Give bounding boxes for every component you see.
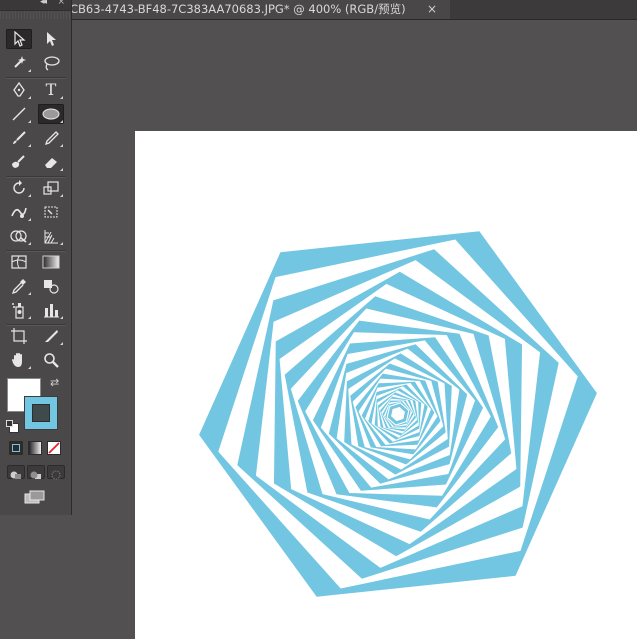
blob-brush-icon [12, 155, 25, 168]
blob-brush-tool[interactable] [6, 152, 32, 172]
perspective-grid-tool[interactable] [38, 226, 64, 246]
color-mode-button[interactable] [9, 441, 23, 455]
draw-behind-button[interactable] [27, 465, 45, 479]
document-title: CB63-4743-BF48-7C383AA70683.JPG* @ 400% … [70, 2, 406, 16]
default-fill-stroke-icon[interactable] [6, 420, 19, 433]
mesh-tool[interactable] [6, 252, 32, 272]
warp-icon [11, 207, 27, 218]
zoom-tool[interactable] [38, 350, 64, 370]
pencil-icon [44, 131, 59, 146]
eraser-tool[interactable] [38, 152, 64, 172]
slice-tool[interactable] [38, 326, 64, 346]
eraser-icon [45, 158, 57, 168]
free-transform-tool[interactable] [38, 202, 64, 222]
ellipse-tool[interactable] [38, 104, 64, 124]
eyedropper-tool[interactable] [6, 276, 32, 296]
shape-builder-icon [10, 230, 27, 243]
stroke-swatch[interactable] [24, 396, 58, 430]
direct-selection-tool[interactable] [38, 29, 64, 49]
paintbrush-tool[interactable] [6, 128, 32, 148]
gradient-mode-button[interactable] [28, 441, 42, 455]
warp-tool[interactable] [6, 202, 32, 222]
magic-wand-icon [14, 56, 26, 68]
gradient-tool[interactable] [38, 252, 64, 272]
none-mode-button[interactable] [47, 441, 61, 455]
pencil-tool[interactable] [38, 128, 64, 148]
document-tab[interactable]: CB63-4743-BF48-7C383AA70683.JPG* @ 400% … [62, 0, 450, 19]
hand-icon [12, 353, 22, 367]
draw-behind-icon [30, 471, 41, 479]
line-segment-tool[interactable] [6, 104, 32, 124]
selection-tool[interactable] [6, 29, 32, 49]
close-panel-icon[interactable]: × [57, 0, 65, 7]
brush-icon [13, 131, 26, 144]
pen-icon [13, 82, 25, 97]
eyedropper-icon [11, 279, 26, 294]
column-graph-icon [44, 304, 59, 318]
artboard-tool[interactable] [6, 326, 32, 346]
stroke-swatch-inner [32, 404, 50, 422]
tools-panel: ◂◂ × T ⇄ [0, 0, 72, 515]
shape-builder-tool[interactable] [6, 226, 32, 246]
blend-tool[interactable] [38, 276, 64, 296]
slice-icon [45, 330, 58, 342]
hand-tool[interactable] [6, 350, 32, 370]
mesh-icon [11, 255, 27, 269]
tools-panel-header[interactable]: ◂◂ × [0, 0, 71, 11]
artboard[interactable] [135, 131, 637, 639]
gradient-icon [42, 255, 60, 269]
direct-select-icon [47, 32, 56, 46]
document-tab-bar: CB63-4743-BF48-7C383AA70683.JPG* @ 400% … [0, 0, 637, 20]
screen-mode-icon [24, 490, 45, 504]
change-screen-mode-button[interactable] [23, 489, 47, 505]
type-icon: T [45, 80, 57, 99]
draw-inside-button[interactable] [47, 465, 65, 480]
tool-separator [6, 77, 66, 79]
column-graph-tool[interactable] [38, 300, 64, 320]
hexagon-center [387, 403, 409, 425]
rotate-tool[interactable] [6, 178, 32, 198]
rotate-icon [13, 180, 25, 194]
perspective-grid-icon [44, 230, 58, 244]
swap-fill-stroke-icon[interactable]: ⇄ [50, 377, 59, 388]
draw-inside-icon [51, 470, 61, 480]
close-tab-icon[interactable]: × [426, 0, 438, 19]
lasso-icon [44, 56, 60, 71]
blend-icon [44, 280, 59, 294]
none-icon [48, 442, 60, 454]
free-transform-icon [44, 206, 58, 218]
line-icon [12, 107, 26, 121]
zoom-icon [44, 353, 59, 368]
scale-icon [43, 181, 59, 195]
hexagon-spiral-artwork[interactable] [135, 131, 637, 639]
arrow-select-icon [14, 31, 26, 47]
scale-tool[interactable] [38, 178, 64, 198]
magic-wand-tool[interactable] [6, 53, 32, 73]
pen-tool[interactable] [6, 80, 32, 100]
panel-grip[interactable] [0, 11, 72, 19]
symbol-sprayer-tool[interactable] [6, 300, 32, 320]
collapse-panel-icon[interactable]: ◂◂ [40, 0, 47, 7]
draw-normal-icon [10, 471, 21, 479]
type-tool[interactable]: T [38, 80, 64, 100]
draw-normal-button[interactable] [7, 465, 25, 479]
ellipse-icon [42, 108, 60, 120]
lasso-tool[interactable] [38, 53, 64, 73]
symbol-sprayer-icon [12, 303, 24, 319]
artboard-icon [11, 328, 27, 344]
